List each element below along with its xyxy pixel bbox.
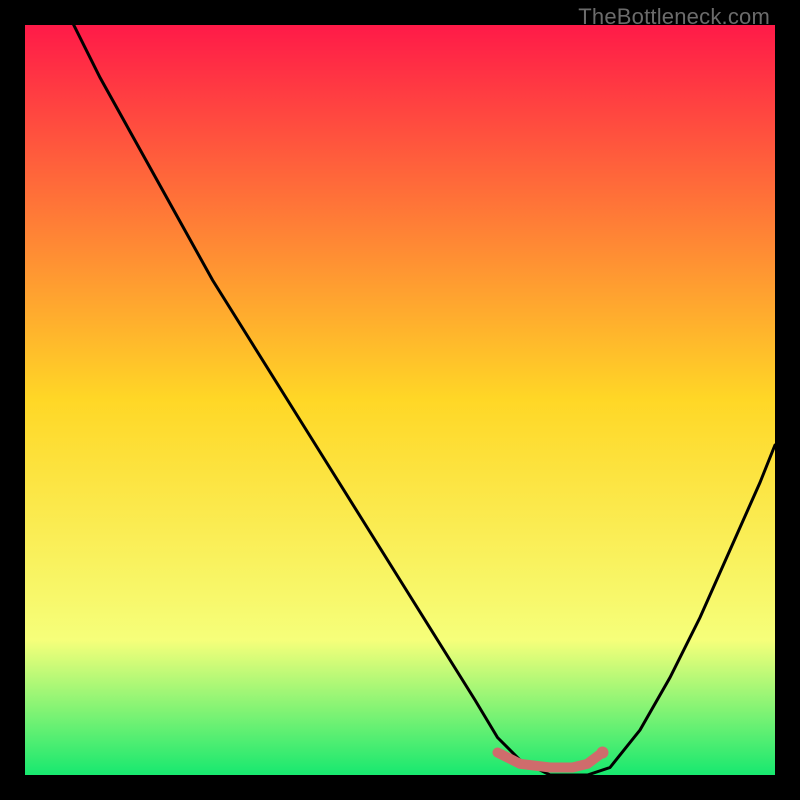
optimal-end-dot [597,747,609,759]
curve-layer [25,25,775,775]
plot-area [25,25,775,775]
chart-frame: TheBottleneck.com [0,0,800,800]
bottleneck-curve [25,25,775,775]
